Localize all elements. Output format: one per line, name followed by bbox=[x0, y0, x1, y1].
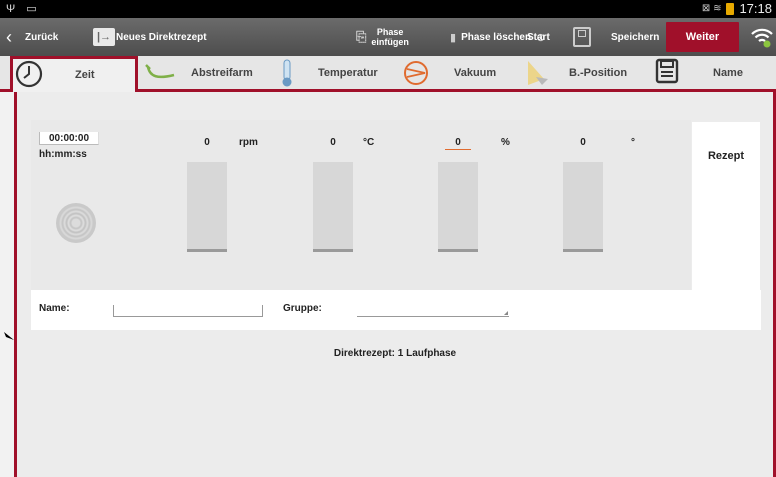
delete-phase-label: Phase löschen bbox=[461, 31, 532, 43]
tab-b-position-label: B.-Position bbox=[569, 67, 628, 79]
name-label: Name: bbox=[39, 303, 70, 314]
new-direct-recipe-label: Neues Direktrezept bbox=[116, 31, 207, 43]
tab-abstreifarm[interactable]: Abstreifarm bbox=[140, 56, 270, 90]
next-label: Weiter bbox=[685, 31, 720, 43]
temperature-unit: °C bbox=[363, 137, 375, 148]
tab-zeit-label: Zeit bbox=[75, 69, 95, 81]
trash-icon: ▮ bbox=[450, 31, 457, 44]
vacuum-unit: % bbox=[501, 137, 510, 148]
name-input[interactable] bbox=[113, 305, 263, 317]
time-unit: hh:mm:ss bbox=[39, 149, 87, 160]
position-value: 0 bbox=[580, 137, 586, 148]
arm-icon bbox=[144, 61, 178, 86]
vacuum-slider[interactable] bbox=[438, 162, 478, 252]
enter-icon: |→ bbox=[93, 28, 115, 46]
vacuum-value: 0 bbox=[455, 137, 461, 148]
save-label: Speichern bbox=[611, 31, 660, 43]
temperature-value: 0 bbox=[330, 137, 336, 148]
tab-abstreifarm-label: Abstreifarm bbox=[191, 67, 253, 79]
tab-temperatur[interactable]: Temperatur bbox=[278, 56, 398, 90]
clock-icon bbox=[15, 60, 43, 91]
gruppe-label: Gruppe: bbox=[283, 303, 322, 314]
recipe-fields: Name: Gruppe: bbox=[31, 290, 761, 330]
back-button[interactable]: ‹ Zurück bbox=[6, 18, 58, 56]
position-icon bbox=[524, 59, 550, 90]
next-button[interactable]: Weiter bbox=[666, 22, 739, 52]
vacuum-underline bbox=[445, 149, 471, 150]
tab-zeit[interactable]: Zeit bbox=[10, 56, 138, 92]
rezept-label: Rezept bbox=[707, 150, 745, 162]
insert-phase-icon: ⎘ bbox=[356, 29, 367, 44]
vacuum-icon bbox=[402, 59, 430, 90]
new-direct-recipe-button[interactable]: |→ Neues Direktrezept bbox=[93, 18, 207, 56]
tab-vakuum[interactable]: Vakuum bbox=[400, 56, 510, 90]
speed-value: 0 bbox=[204, 137, 210, 148]
notification-icons: Ψ ▭ bbox=[6, 3, 41, 15]
tab-vakuum-label: Vakuum bbox=[454, 67, 497, 79]
battery-icon bbox=[726, 2, 735, 15]
wifi-icon bbox=[748, 18, 776, 56]
gruppe-select[interactable] bbox=[357, 305, 509, 317]
start-label: Start bbox=[527, 31, 550, 43]
phase-count-note: Direktrezept: 1 Laufphase bbox=[333, 348, 457, 359]
status-clock: 17:18 bbox=[739, 1, 772, 16]
start-button[interactable]: Start bbox=[527, 18, 550, 56]
tab-name-label: Name bbox=[713, 67, 743, 79]
floppy-disk-icon bbox=[573, 27, 591, 47]
save-icon bbox=[655, 58, 679, 87]
phase-editor: 00:00:00 hh:mm:ss 0 rpm 0 °C 0 % 0 ° Rez… bbox=[14, 92, 776, 477]
insert-phase-label-2: einfügen bbox=[371, 37, 409, 47]
phase-tab-bar: Zeit Abstreifarm Temperatur Vakuum B.-Po… bbox=[0, 56, 776, 92]
status-bar: Ψ ▭ ⊠ ≋ 17:18 bbox=[0, 0, 776, 18]
temperature-slider[interactable] bbox=[313, 162, 353, 252]
action-bar: ‹ Zurück |→ Neues Direktrezept ⎘ Phase ei… bbox=[0, 18, 776, 56]
time-dial[interactable] bbox=[56, 203, 96, 243]
chevron-left-icon: ‹ bbox=[6, 26, 12, 47]
insert-phase-button[interactable]: ⎘ Phase einfügen bbox=[356, 18, 409, 56]
speed-unit: rpm bbox=[239, 137, 258, 148]
mouse-cursor-icon bbox=[4, 332, 14, 340]
tab-temperatur-label: Temperatur bbox=[318, 67, 378, 79]
position-slider[interactable] bbox=[563, 162, 603, 252]
signal-icons: ⊠ ≋ bbox=[701, 3, 722, 14]
speed-slider[interactable] bbox=[187, 162, 227, 252]
rezept-button[interactable]: Rezept bbox=[692, 122, 760, 292]
insert-phase-label-1: Phase bbox=[376, 27, 404, 37]
position-unit: ° bbox=[631, 137, 635, 148]
time-value[interactable]: 00:00:00 bbox=[39, 132, 99, 145]
tab-b-position[interactable]: B.-Position bbox=[524, 56, 654, 90]
back-label: Zurück bbox=[25, 31, 59, 43]
thermometer-icon bbox=[280, 58, 294, 91]
tab-name[interactable]: Name bbox=[655, 56, 776, 90]
save-button[interactable]: Speichern bbox=[573, 18, 659, 56]
